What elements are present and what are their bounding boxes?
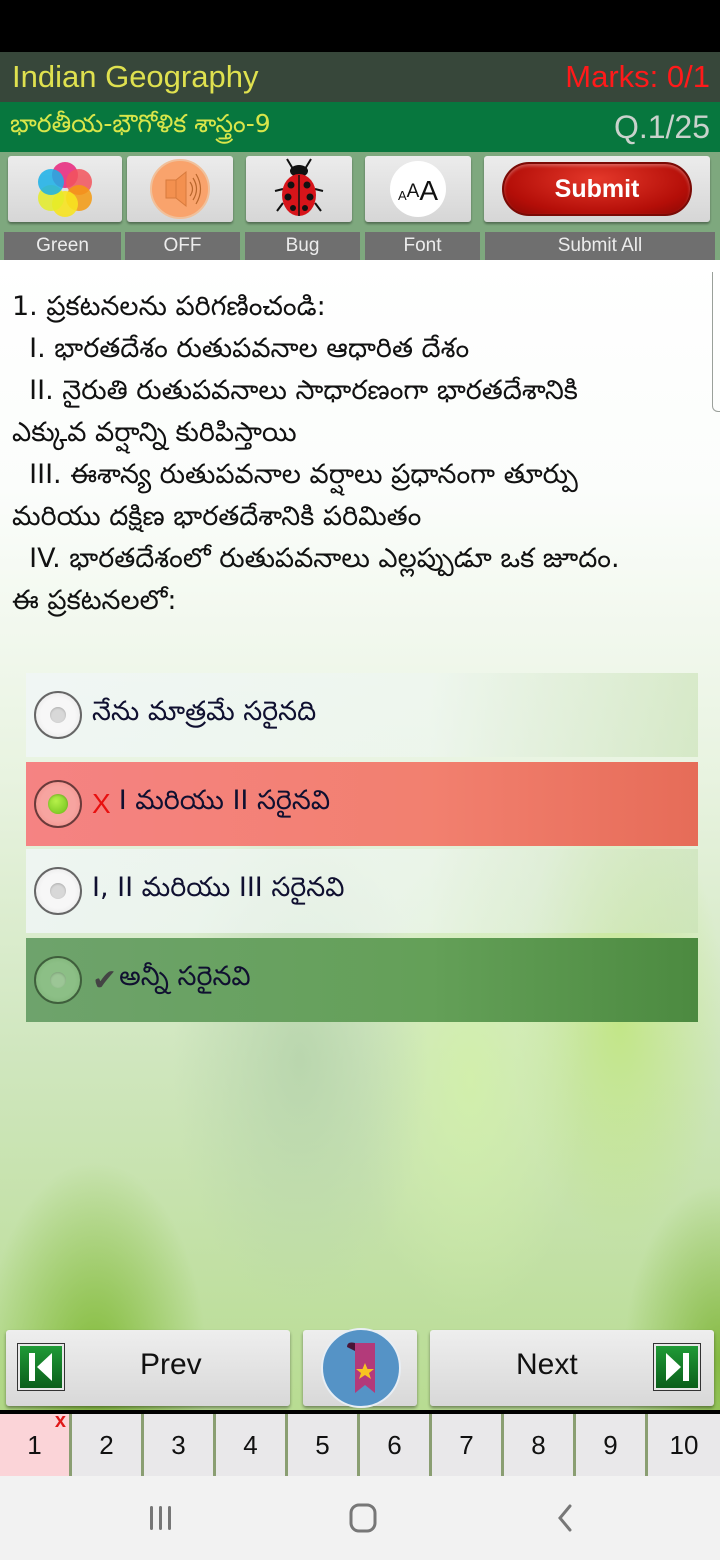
sound-toggle-button[interactable] xyxy=(127,156,233,222)
wrong-mark-icon: X xyxy=(92,788,111,819)
question-line: I. భారతదేశం రుతుపవనాల ఆధారిత దేశం xyxy=(12,333,470,364)
submit-button-container: Submit xyxy=(484,156,710,222)
answer-option-2[interactable]: X I మరియు II సరైనవి xyxy=(26,762,698,846)
submit-all-label[interactable]: Submit All xyxy=(485,232,715,260)
question-line: III. ఈశాన్య రుతుపవనాల వర్షాలు ప్రధానంగా … xyxy=(12,459,578,490)
radio-button[interactable] xyxy=(34,867,82,915)
status-bar xyxy=(0,0,720,52)
bookmark-icon xyxy=(321,1328,401,1408)
option-text: అన్నీ సరైనవి xyxy=(119,961,251,992)
ladybug-icon xyxy=(274,158,324,216)
question-text: 1. ప్రకటనలను పరిగణించండి: I. భారతదేశం రు… xyxy=(12,286,702,622)
toolbar: Green OFF Bug A A A Font Submit Submit A… xyxy=(0,152,720,260)
back-icon[interactable] xyxy=(540,1498,590,1538)
question-number-strip: 1 x 2 3 4 5 6 7 8 9 10 xyxy=(0,1410,720,1476)
option-text: నేను మాత్రమే సరైనది xyxy=(92,696,317,727)
subtitle-bar: భారతీయ-భౌగోళిక శాస్త్రం-9 Q.1/25 xyxy=(0,102,720,152)
app-title: Indian Geography xyxy=(12,59,259,94)
quiz-subtitle: భారతీయ-భౌగోళిక శాస్త్రం-9 xyxy=(10,109,271,138)
home-icon[interactable] xyxy=(338,1498,388,1538)
color-palette-icon xyxy=(38,162,92,217)
next-button[interactable]: Next xyxy=(430,1330,714,1406)
question-number-3[interactable]: 3 xyxy=(144,1414,216,1476)
next-arrow-icon xyxy=(653,1343,701,1391)
question-number-9[interactable]: 9 xyxy=(576,1414,648,1476)
answer-option-4[interactable]: ✔ అన్నీ సరైనవి xyxy=(26,938,698,1022)
wrong-x-icon: x xyxy=(54,1410,66,1432)
recents-icon[interactable] xyxy=(136,1498,186,1538)
question-number-5[interactable]: 5 xyxy=(288,1414,360,1476)
question-number-6[interactable]: 6 xyxy=(360,1414,432,1476)
bookmark-button[interactable] xyxy=(303,1328,417,1408)
option-text: I మరియు II సరైనవి xyxy=(118,785,331,816)
question-number-4[interactable]: 4 xyxy=(216,1414,288,1476)
question-line: II. నైరుతి రుతుపవనాలు సాధారణంగా భారతదేశా… xyxy=(12,375,578,406)
report-bug-button[interactable] xyxy=(246,156,352,222)
radio-button-selected[interactable] xyxy=(34,780,82,828)
navigation-bar: Prev Next xyxy=(0,1328,720,1408)
question-number-10[interactable]: 10 xyxy=(648,1414,720,1476)
question-counter: Q.1/25 xyxy=(613,108,710,145)
scrollbar[interactable] xyxy=(712,272,720,412)
title-bar: Indian Geography Marks: 0/1 xyxy=(0,52,720,102)
theme-button[interactable] xyxy=(8,156,122,222)
system-navigation-bar xyxy=(0,1476,720,1560)
answer-option-1[interactable]: నేను మాత్రమే సరైనది xyxy=(26,673,698,757)
question-number-7[interactable]: 7 xyxy=(432,1414,504,1476)
question-number-8[interactable]: 8 xyxy=(504,1414,576,1476)
question-line: ఈ ప్రకటనలలో: xyxy=(12,585,177,616)
question-line: IV. భారతదేశంలో రుతుపవనాలు ఎల్లప్పుడూ ఒక … xyxy=(12,543,620,574)
font-label: Font xyxy=(365,232,480,260)
question-line: 1. ప్రకటనలను పరిగణించండి: xyxy=(12,291,326,322)
marks-score: Marks: 0/1 xyxy=(565,59,710,94)
font-size-icon: AAA xyxy=(390,161,446,217)
question-number-1[interactable]: 1 x xyxy=(0,1410,72,1476)
speaker-icon xyxy=(150,159,210,219)
sound-label: OFF xyxy=(125,232,240,260)
answer-option-3[interactable]: I, II మరియు III సరైనవి xyxy=(26,849,698,933)
question-number-2[interactable]: 2 xyxy=(72,1414,144,1476)
prev-arrow-icon xyxy=(17,1343,65,1391)
radio-button[interactable] xyxy=(34,691,82,739)
question-area: 1. ప్రకటనలను పరిగణించండి: I. భారతదేశం రు… xyxy=(0,260,720,1410)
prev-label: Prev xyxy=(140,1348,202,1381)
option-text: I, II మరియు III సరైనవి xyxy=(92,872,345,903)
radio-button[interactable] xyxy=(34,956,82,1004)
theme-label: Green xyxy=(4,232,121,260)
prev-button[interactable]: Prev xyxy=(6,1330,290,1406)
question-line: మరియు దక్షిణ భారతదేశానికి పరిమితం xyxy=(12,501,422,532)
bug-label: Bug xyxy=(245,232,360,260)
question-line: ఎక్కువ వర్షాన్ని కురిపిస్తాయి xyxy=(12,417,297,448)
next-label: Next xyxy=(516,1348,578,1381)
submit-button[interactable]: Submit xyxy=(502,162,692,216)
check-mark-icon: ✔ xyxy=(92,962,118,998)
font-size-button[interactable]: AAA xyxy=(365,156,471,222)
